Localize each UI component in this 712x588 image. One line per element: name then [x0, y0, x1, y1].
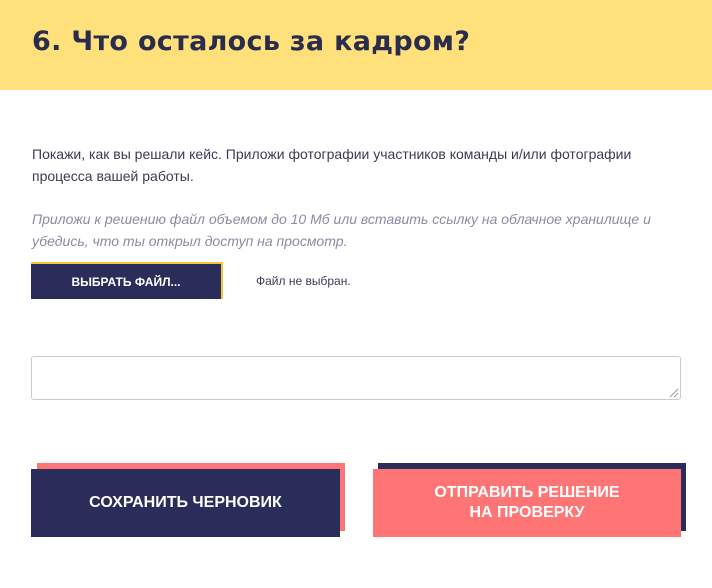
submit-solution-button[interactable]: ОТПРАВИТЬ РЕШЕНИЕ НА ПРОВЕРКУ [373, 469, 681, 537]
submit-label-line1: ОТПРАВИТЬ РЕШЕНИЕ [434, 484, 620, 501]
save-draft-button[interactable]: СОХРАНИТЬ ЧЕРНОВИК [31, 469, 340, 537]
choose-file-button[interactable]: ВЫБРАТЬ ФАЙЛ... [31, 262, 223, 299]
file-status-text: Файл не выбран. [256, 274, 351, 288]
answer-textarea[interactable] [31, 356, 681, 400]
resize-handle-icon[interactable] [669, 388, 679, 398]
submit-label-line2: НА ПРОВЕРКУ [469, 504, 585, 521]
section-title: 6. Что осталось за кадром? [32, 26, 471, 57]
upload-hint: Приложи к решению файл объемом до 10 Мб … [32, 211, 651, 249]
section-header: 6. Что осталось за кадром? [0, 0, 712, 90]
task-description: Покажи, как вы решали кейс. Приложи фото… [32, 146, 632, 184]
